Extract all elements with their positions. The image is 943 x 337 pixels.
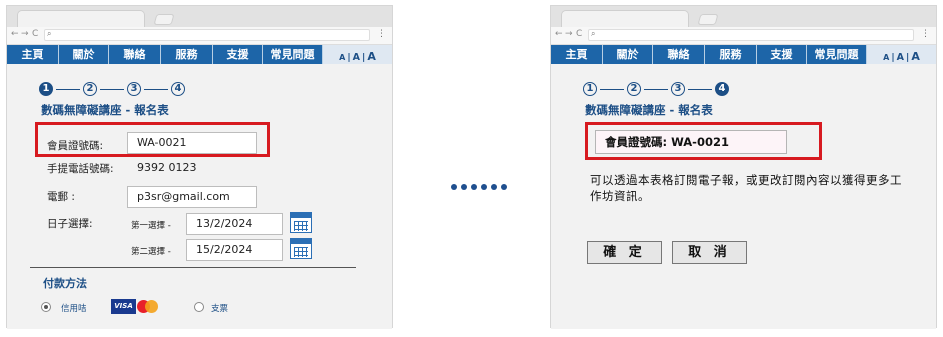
font-large-button[interactable]: A <box>367 50 376 63</box>
cheque-label: 支票 <box>211 304 229 314</box>
reload-button[interactable]: C <box>576 29 582 39</box>
nav-about[interactable]: 關於 <box>59 45 109 64</box>
forward-button[interactable]: → <box>565 29 573 39</box>
step-indicator: 1 2 3 4 <box>583 82 729 96</box>
credit-card-label: 信用咭 <box>61 304 87 314</box>
nav-services[interactable]: 服務 <box>161 45 213 64</box>
nav-support[interactable]: 支援 <box>757 45 807 64</box>
section-divider <box>30 267 356 268</box>
payment-title: 付款方法 <box>43 277 87 290</box>
main-nav: 主頁 關於 聯絡 服務 支援 常見問題 A | A | A <box>551 45 936 64</box>
step-2: 2 <box>627 82 641 96</box>
calendar-icon[interactable] <box>290 212 312 233</box>
step-1: 1 <box>583 82 597 96</box>
search-icon: ⌕ <box>591 29 596 38</box>
font-size-switcher: A | A | A <box>867 45 936 64</box>
font-medium-button[interactable]: A <box>897 52 904 63</box>
new-tab-button[interactable] <box>153 14 175 25</box>
font-small-button[interactable]: A <box>339 53 345 62</box>
search-icon: ⌕ <box>47 29 52 38</box>
browser-tab[interactable] <box>561 10 689 27</box>
form-title: 數碼無障礙講座 - 報名表 <box>585 103 713 117</box>
address-bar: ← → C ⌕ ⋮ <box>551 27 936 45</box>
first-date-input[interactable]: 13/2/2024 <box>186 213 283 235</box>
browser-menu-button[interactable]: ⋮ <box>377 29 386 39</box>
second-date-input[interactable]: 15/2/2024 <box>186 239 283 261</box>
browser-menu-button[interactable]: ⋮ <box>921 29 930 39</box>
new-tab-button[interactable] <box>697 14 719 25</box>
main-nav: 主頁 關於 聯絡 服務 支援 常見問題 A | A | A <box>7 45 392 64</box>
browser-window-form: ← → C ⌕ ⋮ 主頁 關於 聯絡 服務 支援 常見問題 A | A | A 1 2 … <box>6 5 393 329</box>
step-4: 4 <box>171 82 185 96</box>
mastercard-logo <box>137 299 159 314</box>
nav-services[interactable]: 服務 <box>705 45 757 64</box>
nav-home[interactable]: 主頁 <box>7 45 59 64</box>
back-button[interactable]: ← <box>11 29 19 39</box>
forward-button[interactable]: → <box>21 29 29 39</box>
tab-strip <box>7 6 392 27</box>
nav-contact[interactable]: 聯絡 <box>109 45 161 64</box>
nav-home[interactable]: 主頁 <box>551 45 603 64</box>
tab-strip <box>551 6 936 27</box>
reload-button[interactable]: C <box>32 29 38 39</box>
step-1: 1 <box>39 82 53 96</box>
font-large-button[interactable]: A <box>911 50 920 63</box>
cheque-radio[interactable] <box>194 302 204 312</box>
nav-faq[interactable]: 常見問題 <box>807 45 867 64</box>
font-size-switcher: A | A | A <box>323 45 392 64</box>
step-3: 3 <box>671 82 685 96</box>
back-button[interactable]: ← <box>555 29 563 39</box>
phone-input[interactable]: 9392 0123 <box>127 157 257 179</box>
step-3: 3 <box>127 82 141 96</box>
cancel-button[interactable]: 取 消 <box>672 241 747 264</box>
confirmation-message: 可以透過本表格訂閱電子報，或更改訂閱內容以獲得更多工作坊資訊。 <box>590 173 902 203</box>
nav-support[interactable]: 支援 <box>213 45 263 64</box>
font-medium-button[interactable]: A <box>353 52 360 63</box>
nav-contact[interactable]: 聯絡 <box>653 45 705 64</box>
url-input[interactable]: ⌕ <box>588 29 914 41</box>
confirm-content: 1 2 3 4 數碼無障礙講座 - 報名表 會員證號碼: WA-0021 可以透… <box>551 64 936 329</box>
second-choice-label: 第二選擇 - <box>131 247 171 257</box>
font-small-button[interactable]: A <box>883 53 889 62</box>
email-label: 電郵 : <box>47 191 75 203</box>
date-label: 日子選擇: <box>47 218 93 230</box>
email-input[interactable]: p3sr@gmail.com <box>127 186 257 208</box>
highlight-box-member-display <box>585 122 822 160</box>
first-choice-label: 第一選擇 - <box>131 221 171 231</box>
address-bar: ← → C ⌕ ⋮ <box>7 27 392 45</box>
form-title: 數碼無障礙講座 - 報名表 <box>41 103 169 117</box>
url-input[interactable]: ⌕ <box>44 29 370 41</box>
nav-about[interactable]: 關於 <box>603 45 653 64</box>
nav-faq[interactable]: 常見問題 <box>263 45 323 64</box>
phone-label: 手提電話號碼: <box>47 163 114 175</box>
confirm-button[interactable]: 確 定 <box>587 241 662 264</box>
transition-dots <box>451 184 507 190</box>
calendar-icon[interactable] <box>290 238 312 259</box>
browser-window-confirm: ← → C ⌕ ⋮ 主頁 關於 聯絡 服務 支援 常見問題 A | A | A 1 2 … <box>550 5 937 329</box>
step-indicator: 1 2 3 4 <box>39 82 185 96</box>
step-4: 4 <box>715 82 729 96</box>
credit-card-radio[interactable] <box>41 302 51 312</box>
visa-logo: VISA <box>111 299 136 314</box>
browser-tab[interactable] <box>17 10 145 27</box>
form-content: 1 2 3 4 數碼無障礙講座 - 報名表 會員證號碼: WA-0021 手提電… <box>7 64 392 329</box>
highlight-box-member-field <box>35 122 270 157</box>
step-2: 2 <box>83 82 97 96</box>
